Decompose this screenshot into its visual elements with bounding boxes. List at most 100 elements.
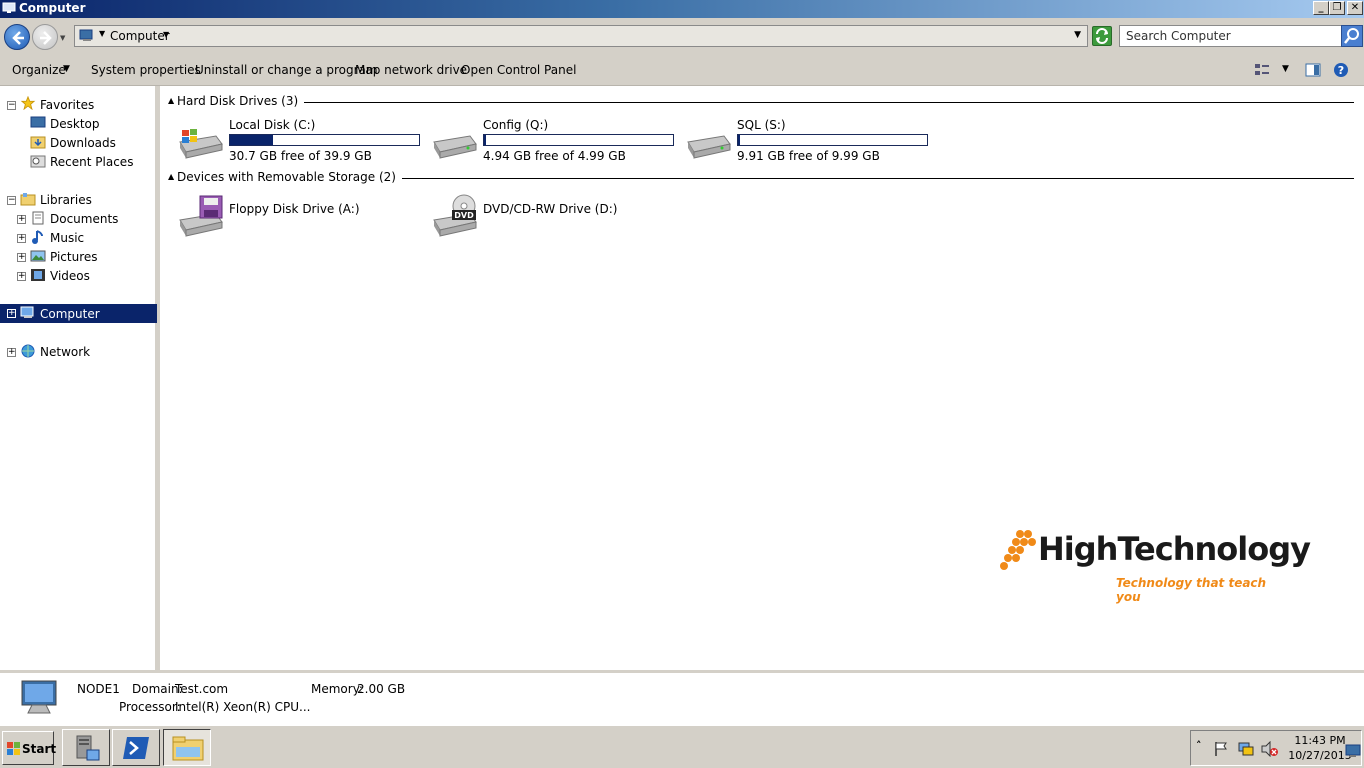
group-title: Hard Disk Drives (3) [177, 94, 305, 108]
refresh-button[interactable] [1092, 26, 1112, 46]
computer-name: NODE1 [77, 682, 120, 696]
nav-downloads-label: Downloads [50, 136, 116, 150]
computer-large-icon [21, 680, 57, 714]
view-dropdown-icon[interactable]: ▼ [1282, 64, 1289, 74]
open-control-panel-button[interactable]: Open Control Panel [461, 63, 576, 77]
help-icon[interactable]: ? [1333, 62, 1349, 78]
taskbar-windows-explorer[interactable] [163, 729, 211, 766]
preview-pane-icon[interactable] [1305, 62, 1321, 78]
close-button[interactable]: ✕ [1347, 1, 1363, 15]
music-expand-toggle[interactable]: + [17, 234, 26, 243]
nav-videos-label: Videos [50, 269, 90, 283]
drive-usage-bar [229, 134, 420, 146]
taskbar-powershell[interactable] [112, 729, 160, 766]
drive-sql-s[interactable]: SQL (S:) 9.91 GB free of 9.99 GB [684, 118, 934, 163]
breadcrumb-dropdown-icon[interactable]: ▼ [163, 30, 169, 39]
start-label: Start [22, 742, 57, 756]
windows-drive-icon [179, 129, 223, 159]
organize-button[interactable]: Organize [12, 63, 66, 77]
taskbar-server-manager[interactable] [62, 729, 110, 766]
nav-libraries-label: Libraries [40, 193, 92, 207]
nav-computer-selected[interactable]: + Computer [0, 304, 157, 323]
libraries-collapse-toggle[interactable]: − [7, 196, 16, 205]
collapse-arrow-icon[interactable]: ▲ [168, 96, 174, 105]
computer-expand-toggle[interactable]: + [7, 309, 16, 318]
dvd-drive-icon: DVD [433, 194, 477, 237]
collapse-arrow-icon[interactable]: ▲ [168, 172, 174, 181]
forward-arrow-icon [40, 31, 52, 45]
drive-config-q[interactable]: Config (Q:) 4.94 GB free of 4.99 GB [430, 118, 680, 163]
server-manager-icon [76, 735, 100, 761]
history-dropdown-icon[interactable]: ▼ [60, 34, 65, 42]
start-button[interactable]: Start [2, 731, 57, 765]
nav-desktop-label: Desktop [50, 117, 100, 131]
address-box[interactable]: ▼ Computer ▼ ▼ [74, 25, 1088, 47]
star-icon [20, 96, 36, 110]
drive-local-disk-c[interactable]: Local Disk (C:) 30.7 GB free of 39.9 GB [176, 118, 426, 163]
favorites-collapse-toggle[interactable]: − [7, 101, 16, 110]
drive-name: SQL (S:) [737, 118, 786, 132]
pictures-expand-toggle[interactable]: + [17, 253, 26, 262]
breadcrumb-computer[interactable]: Computer [110, 29, 170, 43]
search-button[interactable] [1341, 25, 1363, 47]
search-icon [1344, 28, 1359, 44]
organize-dropdown-icon[interactable]: ▼ [63, 64, 70, 74]
network-globe-icon [21, 344, 35, 358]
documents-expand-toggle[interactable]: + [17, 215, 26, 224]
memory-value: 2.00 GB [357, 682, 406, 696]
action-center-flag-icon[interactable] [1213, 741, 1229, 757]
group-title: Devices with Removable Storage (2) [177, 170, 402, 184]
system-tray: ˄ 11:43 PM 10/27/2015 [1190, 730, 1362, 766]
windows-explorer-icon [172, 736, 204, 761]
videos-icon [31, 269, 45, 281]
windows-logo-icon [7, 742, 20, 755]
drive-free-space: 30.7 GB free of 39.9 GB [229, 149, 372, 163]
volume-muted-icon[interactable] [1261, 741, 1279, 757]
network-expand-toggle[interactable]: + [7, 348, 16, 357]
videos-expand-toggle[interactable]: + [17, 272, 26, 281]
search-input[interactable]: Search Computer [1119, 25, 1343, 47]
back-button[interactable] [4, 24, 30, 50]
drive-name: Local Disk (C:) [229, 118, 316, 132]
floppy-drive-icon [179, 195, 223, 237]
show-hidden-icons-icon[interactable]: ˄ [1196, 739, 1202, 752]
libraries-icon [20, 193, 36, 206]
minimize-button[interactable]: _ [1313, 1, 1329, 15]
window-title: Computer [19, 1, 86, 15]
nav-documents-label: Documents [50, 212, 119, 226]
computer-icon [20, 306, 34, 318]
drive-name: Floppy Disk Drive (A:) [229, 202, 360, 216]
view-options-icon[interactable] [1254, 62, 1270, 78]
address-dropdown-icon[interactable]: ▼ [1074, 30, 1081, 40]
uninstall-program-button[interactable]: Uninstall or change a program [195, 63, 378, 77]
show-desktop-icon[interactable] [1345, 744, 1361, 758]
pictures-icon [30, 250, 46, 262]
drive-dvd-d[interactable]: DVD DVD/CD-RW Drive (D:) [430, 192, 680, 237]
system-properties-button[interactable]: System properties [91, 63, 201, 77]
nav-network-label: Network [40, 345, 91, 359]
restore-button[interactable]: ❐ [1329, 1, 1345, 15]
svg-text:?: ? [1338, 64, 1344, 77]
memory-label: Memory: [311, 682, 363, 696]
domain-value: Test.com [175, 682, 229, 696]
refresh-icon [1096, 28, 1108, 44]
logo-tagline: Technology that teach you [1116, 576, 1267, 604]
group-hard-disk-drives[interactable]: ▲ Hard Disk Drives (3) [160, 94, 1360, 110]
command-bar: Organize ▼ System properties Uninstall o… [0, 54, 1364, 86]
nav-pictures-label: Pictures [50, 250, 98, 264]
network-tray-icon[interactable] [1237, 741, 1255, 757]
forward-button[interactable] [32, 24, 58, 50]
documents-icon [32, 211, 44, 225]
breadcrumb-separator-icon[interactable]: ▼ [99, 29, 105, 38]
map-network-drive-button[interactable]: Map network drive [355, 63, 467, 77]
nav-recent-places-label: Recent Places [50, 155, 134, 169]
logo-honeycomb-icon [1000, 530, 1036, 570]
hard-drive-icon [433, 135, 477, 159]
title-bar[interactable]: Computer _ ❐ ✕ [0, 0, 1364, 18]
group-divider [350, 178, 1354, 179]
drive-floppy-a[interactable]: Floppy Disk Drive (A:) [176, 192, 426, 237]
group-removable-storage[interactable]: ▲ Devices with Removable Storage (2) [160, 170, 1360, 186]
drive-name: Config (Q:) [483, 118, 549, 132]
nav-music-label: Music [50, 231, 85, 245]
drive-usage-fill [230, 135, 274, 145]
